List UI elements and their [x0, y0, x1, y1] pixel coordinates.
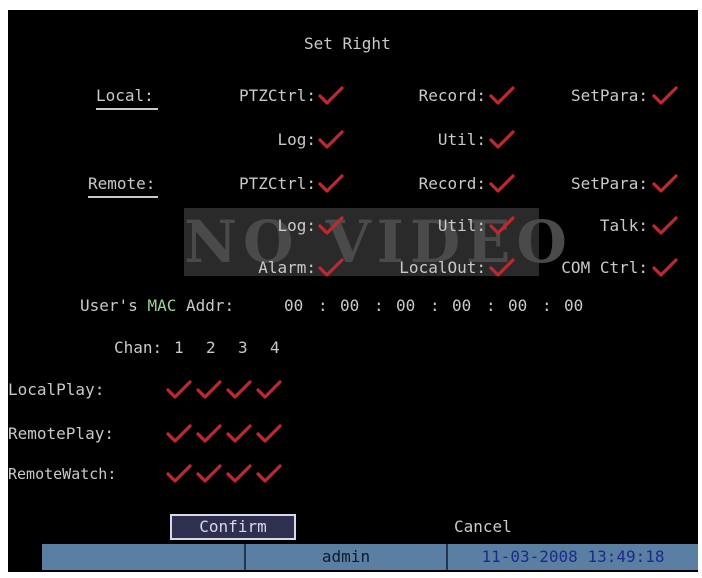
local-ptz-label: PTZCtrl:	[238, 86, 316, 105]
remoteplay-label: RemotePlay:	[8, 424, 114, 443]
dvr-screen: NO VIDEO Set Right Local: PTZCtrl: Recor…	[8, 10, 698, 572]
check-icon[interactable]	[652, 257, 678, 279]
mac-octet[interactable]: 00	[284, 296, 303, 316]
remote-alarm-label: Alarm:	[258, 258, 316, 277]
remote-ptz-label: PTZCtrl:	[238, 174, 316, 193]
remote-log-label: Log:	[277, 216, 316, 235]
check-icon[interactable]	[652, 173, 678, 195]
check-icon[interactable]	[226, 379, 252, 401]
mac-octet[interactable]: 00	[340, 296, 359, 316]
local-heading: Local:	[96, 86, 154, 105]
check-icon[interactable]	[226, 463, 252, 485]
mac-label: User's MAC Addr:	[80, 296, 234, 316]
local-setpara-label: SetPara:	[570, 86, 648, 105]
check-icon[interactable]	[318, 85, 344, 107]
local-log-label: Log:	[277, 130, 316, 149]
mac-separator: :	[430, 296, 440, 315]
mac-label-highlight: MAC	[147, 296, 177, 315]
local-record-label: Record:	[418, 86, 486, 105]
confirm-button[interactable]: Confirm	[170, 514, 296, 540]
chan-number: 2	[206, 338, 216, 357]
page-title: Set Right	[304, 34, 391, 53]
check-icon[interactable]	[318, 173, 344, 195]
check-icon[interactable]	[196, 379, 222, 401]
check-icon[interactable]	[489, 257, 515, 279]
mac-octet[interactable]: 00	[396, 296, 415, 316]
check-icon[interactable]	[318, 129, 344, 151]
check-icon[interactable]	[166, 379, 192, 401]
mac-separator: :	[374, 296, 384, 315]
remote-comctrl-label: COM Ctrl:	[561, 258, 648, 277]
chan-number: 1	[174, 338, 184, 357]
check-icon[interactable]	[196, 463, 222, 485]
remote-setpara-label: SetPara:	[570, 174, 648, 193]
remote-util-label: Util:	[437, 216, 486, 235]
mac-octet[interactable]: 00	[508, 296, 527, 316]
check-icon[interactable]	[166, 423, 192, 445]
remote-heading: Remote:	[88, 174, 156, 193]
mac-separator: :	[542, 296, 552, 315]
mac-label-suffix: Addr:	[176, 296, 235, 315]
check-icon[interactable]	[652, 215, 678, 237]
check-icon[interactable]	[318, 215, 344, 237]
remote-localout-label: LocalOut:	[399, 258, 486, 277]
check-icon[interactable]	[226, 423, 252, 445]
check-icon[interactable]	[489, 129, 515, 151]
local-heading-underline	[96, 108, 158, 110]
mac-separator: :	[486, 296, 496, 315]
check-icon[interactable]	[652, 85, 678, 107]
check-icon[interactable]	[318, 257, 344, 279]
check-icon[interactable]	[196, 423, 222, 445]
localplay-label: LocalPlay:	[8, 380, 105, 399]
chan-number: 3	[238, 338, 248, 357]
cancel-button[interactable]: Cancel	[454, 517, 512, 537]
chan-label: Chan:	[114, 338, 163, 357]
status-bar: admin 11-03-2008 13:49:18	[42, 544, 698, 570]
local-util-label: Util:	[437, 130, 486, 149]
mac-octet[interactable]: 00	[564, 296, 583, 316]
remote-heading-underline	[88, 196, 158, 198]
mac-octet[interactable]: 00	[452, 296, 471, 316]
chan-number: 4	[270, 338, 280, 357]
check-icon[interactable]	[489, 173, 515, 195]
check-icon[interactable]	[256, 423, 282, 445]
check-icon[interactable]	[256, 379, 282, 401]
check-icon[interactable]	[256, 463, 282, 485]
status-user: admin	[321, 547, 371, 566]
check-icon[interactable]	[489, 215, 515, 237]
mac-separator: :	[318, 296, 328, 315]
remote-record-label: Record:	[418, 174, 486, 193]
remotewatch-label: RemoteWatch:	[8, 465, 117, 483]
check-icon[interactable]	[489, 85, 515, 107]
remote-talk-label: Talk:	[599, 216, 648, 235]
mac-label-prefix: User's	[80, 296, 148, 315]
check-icon[interactable]	[166, 463, 192, 485]
status-datetime: 11-03-2008 13:49:18	[481, 547, 665, 566]
